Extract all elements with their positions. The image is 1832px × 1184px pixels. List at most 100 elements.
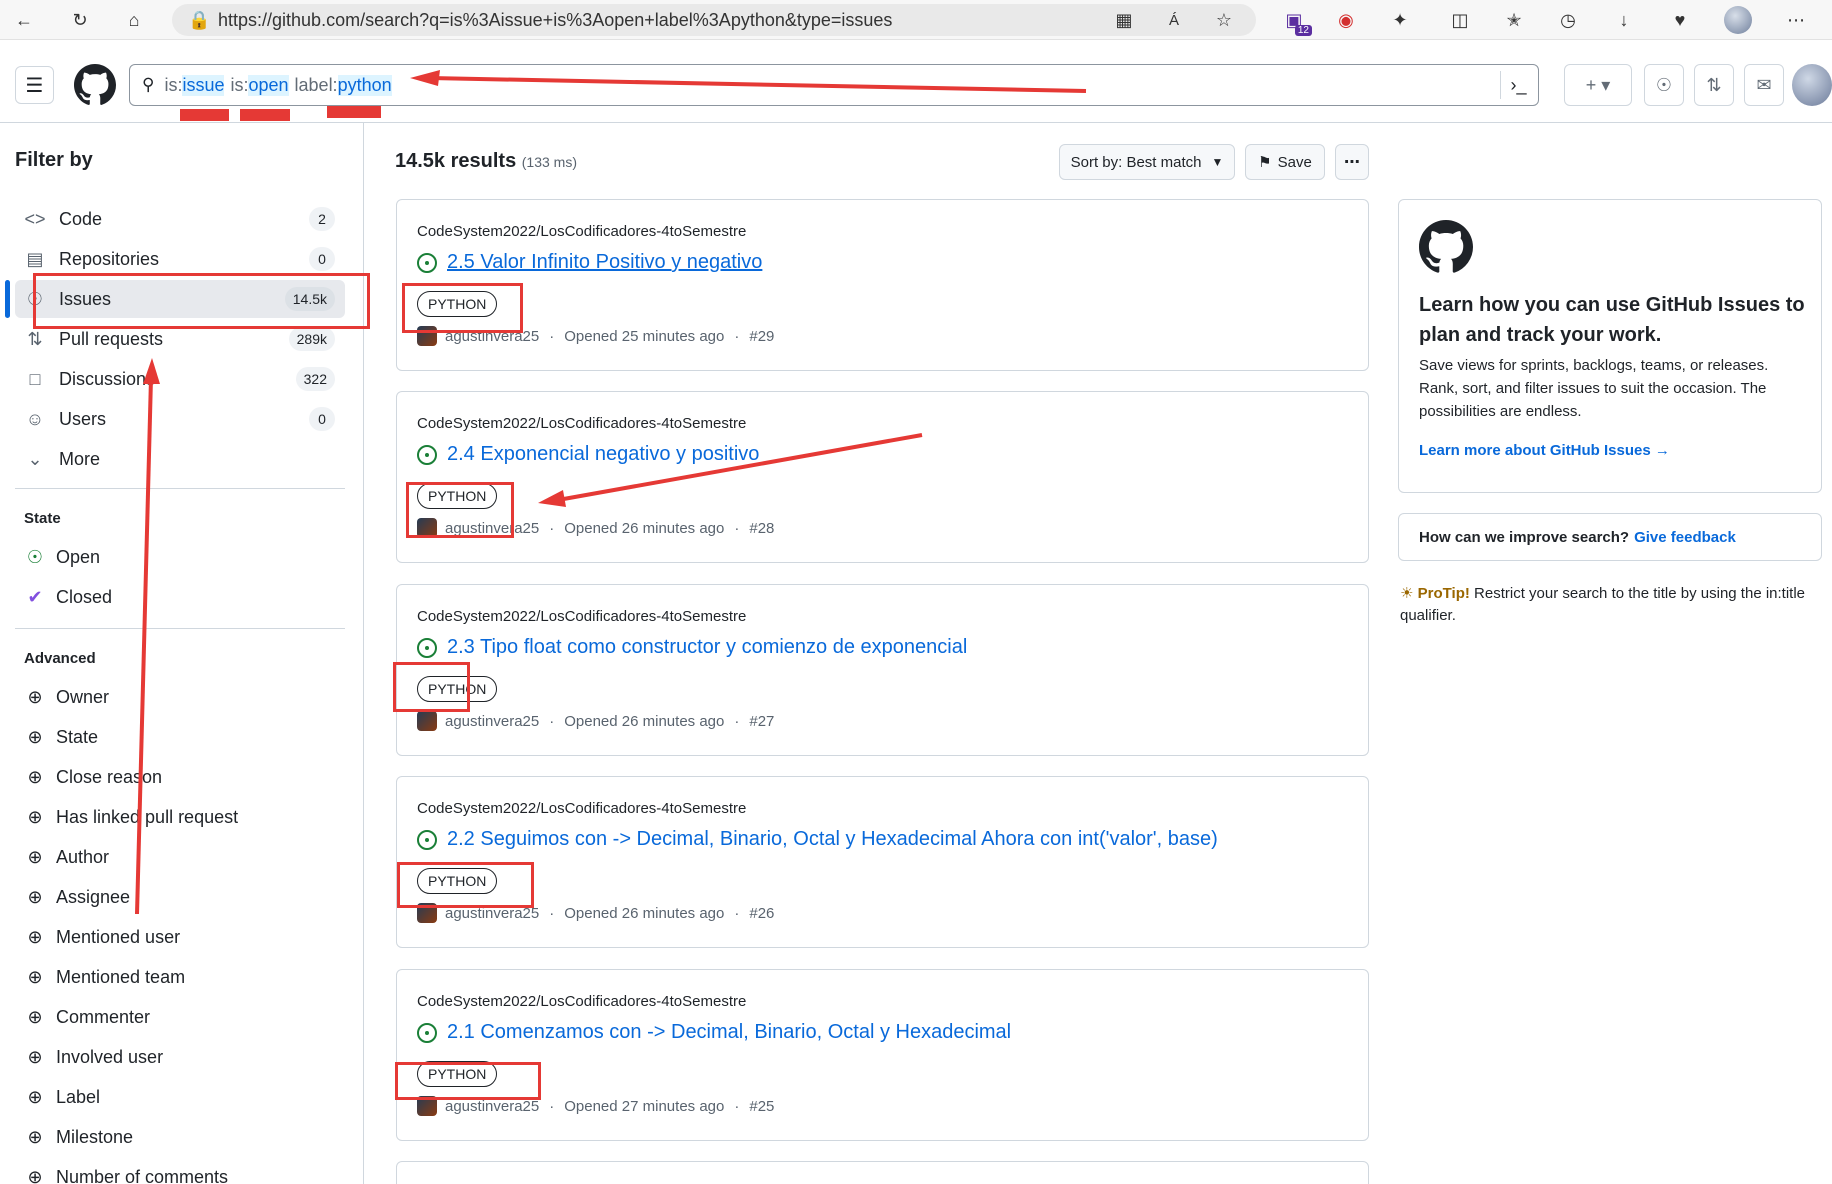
meta-separator: · — [549, 1097, 555, 1115]
arrow-right-icon: → — [1654, 442, 1670, 459]
extension-icon[interactable]: ▣ 12 — [1278, 4, 1312, 36]
chevron-down-icon: ⌄ — [27, 448, 43, 469]
results-count-text: 14.5k results — [395, 150, 517, 172]
nav-label: Discussions — [59, 368, 156, 389]
results-time: (133 ms) — [521, 154, 577, 170]
home-icon[interactable]: ⌂ — [118, 4, 150, 36]
plus-circle-icon: ⊕ — [27, 686, 43, 707]
browser-toolbar: ← ↻ ⌂ 🔒 https://github.com/search?q=is%3… — [0, 0, 1832, 40]
create-new-button[interactable]: + ▾ — [1564, 64, 1632, 106]
filter-label: Close reason — [56, 766, 163, 787]
save-button[interactable]: ⚑ Save — [1245, 144, 1325, 180]
author-name[interactable]: agustinvera25 — [445, 1098, 539, 1115]
issues-icon[interactable]: ☉ — [1644, 64, 1684, 106]
favorite-star-icon[interactable]: ☆ — [1208, 4, 1240, 36]
annotation-underline — [327, 106, 381, 118]
inbox-icon[interactable]: ✉ — [1744, 64, 1784, 106]
history-icon[interactable]: ◷ — [1552, 4, 1584, 36]
query-val-1: issue — [182, 74, 225, 96]
plus-circle-icon: ⊕ — [27, 1086, 43, 1107]
result-card: CodeSystem2022/LosCodificadores-4toSemes… — [396, 584, 1369, 756]
health-icon[interactable]: ♥ — [1664, 4, 1696, 36]
sidebar-item-more[interactable]: ⌄ More — [15, 440, 345, 478]
lightbulb-icon: ☀ — [1400, 585, 1414, 602]
settings-more-icon[interactable]: ⋯ — [1780, 4, 1812, 36]
github-logo-icon[interactable] — [74, 64, 116, 106]
advanced-close-reason[interactable]: ⊕ Close reason — [24, 760, 162, 794]
repo-name[interactable]: CodeSystem2022/LosCodificadores-4toSemes… — [417, 223, 746, 240]
advanced-number-of-comments[interactable]: ⊕ Number of comments — [24, 1160, 228, 1184]
issue-title-link[interactable]: 2.3 Tipo float como constructor y comien… — [447, 636, 967, 659]
learn-more-link[interactable]: Learn more about GitHub Issues → — [1419, 442, 1670, 459]
annotation-box — [393, 662, 470, 712]
profile-avatar[interactable] — [1724, 6, 1752, 34]
search-input[interactable]: ⚲ is: issue is: open label: python ›_ — [129, 64, 1539, 106]
advanced-owner[interactable]: ⊕ Owner — [24, 680, 109, 714]
advanced-mentioned-team[interactable]: ⊕ Mentioned team — [24, 960, 185, 994]
back-icon[interactable]: ← — [8, 4, 40, 36]
filter-label: Involved user — [56, 1046, 164, 1067]
result-card-partial — [396, 1161, 1369, 1184]
user-avatar[interactable] — [1792, 64, 1832, 106]
advanced-state[interactable]: ⊕ State — [24, 720, 98, 754]
repo-name[interactable]: CodeSystem2022/LosCodificadores-4toSemes… — [417, 800, 746, 817]
advanced-mentioned-user[interactable]: ⊕ Mentioned user — [24, 920, 180, 954]
search-icon: ⚲ — [142, 75, 155, 94]
advanced-author[interactable]: ⊕ Author — [24, 840, 109, 874]
sort-dropdown[interactable]: Sort by: Best match ▼ — [1059, 144, 1235, 180]
kebab-icon: ⋯ — [1344, 154, 1360, 171]
annotation-underline — [240, 109, 290, 121]
sidebar-item-discussions[interactable]: □ Discussions 322 — [15, 360, 345, 398]
pull-requests-icon[interactable]: ⇅ — [1694, 64, 1734, 106]
meta-separator: · — [734, 1097, 740, 1115]
count-badge: 289k — [288, 327, 335, 351]
sidebar-item-users[interactable]: ☺ Users 0 — [15, 400, 345, 438]
more-options-button[interactable]: ⋯ — [1335, 144, 1369, 180]
meta-separator: · — [734, 904, 740, 922]
count-badge: 2 — [309, 207, 335, 231]
download-icon[interactable]: ↓ — [1608, 4, 1640, 36]
sidebar-item-code[interactable]: <> Code 2 — [15, 200, 345, 238]
advanced-involved-user[interactable]: ⊕ Involved user — [24, 1040, 163, 1074]
menu-icon[interactable]: ☰ — [15, 66, 54, 104]
repo-name[interactable]: CodeSystem2022/LosCodificadores-4toSemes… — [417, 993, 746, 1010]
command-palette-icon[interactable]: ›_ — [1500, 71, 1530, 99]
plus-circle-icon: ⊕ — [27, 806, 43, 827]
favorites-icon[interactable]: ✭ — [1498, 4, 1530, 36]
advanced-commenter[interactable]: ⊕ Commenter — [24, 1000, 150, 1034]
nav-label: More — [59, 448, 101, 469]
repo-icon: ▤ — [26, 248, 44, 269]
opera-extension-icon[interactable]: ◉ — [1330, 4, 1362, 36]
repo-name[interactable]: CodeSystem2022/LosCodificadores-4toSemes… — [417, 415, 746, 432]
puzzle-icon[interactable]: ✦ — [1384, 4, 1416, 36]
repo-name[interactable]: CodeSystem2022/LosCodificadores-4toSemes… — [417, 608, 746, 625]
issue-title-link[interactable]: 2.4 Exponencial negativo y positivo — [447, 443, 759, 466]
url-text: https://github.com/search?q=is%3Aissue+i… — [218, 9, 893, 30]
filter-label: Has linked pull request — [56, 806, 239, 827]
advanced-label[interactable]: ⊕ Label — [24, 1080, 100, 1114]
state-closed-filter[interactable]: ✔ Closed — [24, 580, 112, 614]
apps-icon[interactable]: ▦ — [1108, 4, 1140, 36]
meta-separator: · — [549, 519, 555, 537]
read-aloud-icon[interactable]: Á — [1158, 4, 1190, 36]
result-card: CodeSystem2022/LosCodificadores-4toSemes… — [396, 969, 1369, 1141]
advanced-linked-pr[interactable]: ⊕ Has linked pull request — [24, 800, 238, 834]
advanced-assignee[interactable]: ⊕ Assignee — [24, 880, 130, 914]
state-open-filter[interactable]: ☉ Open — [24, 540, 100, 574]
split-screen-icon[interactable]: ◫ — [1444, 4, 1476, 36]
author-name[interactable]: agustinvera25 — [445, 713, 539, 730]
pull-request-icon: ⇅ — [27, 328, 43, 349]
advanced-milestone[interactable]: ⊕ Milestone — [24, 1120, 133, 1154]
filter-title: Filter by — [15, 149, 93, 171]
address-bar[interactable]: 🔒 https://github.com/search?q=is%3Aissue… — [172, 4, 1256, 36]
author-avatar[interactable] — [417, 711, 437, 731]
give-feedback-link[interactable]: Give feedback — [1634, 529, 1736, 546]
issue-title-link[interactable]: 2.2 Seguimos con -> Decimal, Binario, Oc… — [447, 828, 1218, 851]
filter-label: State — [56, 726, 99, 747]
reload-icon[interactable]: ↻ — [64, 4, 96, 36]
advanced-section-title: Advanced — [24, 650, 96, 667]
issue-title-link[interactable]: 2.5 Valor Infinito Positivo y negativo — [447, 251, 762, 274]
info-description: Save views for sprints, backlogs, teams,… — [1419, 357, 1769, 420]
issue-title-link[interactable]: 2.1 Comenzamos con -> Decimal, Binario, … — [447, 1021, 1011, 1044]
save-label: Save — [1277, 153, 1312, 171]
